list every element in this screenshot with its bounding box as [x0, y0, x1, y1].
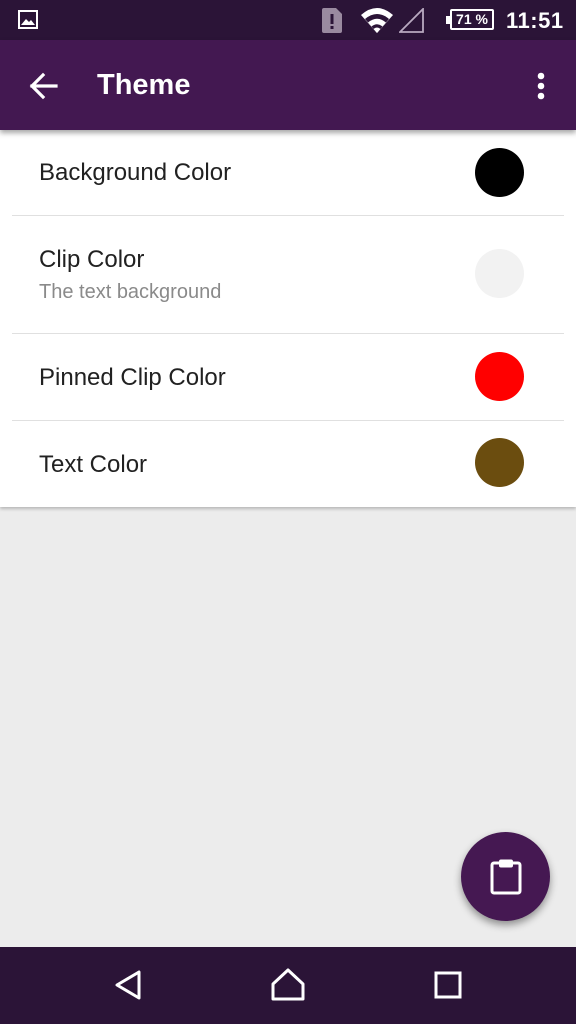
- setting-row-text-color[interactable]: Text Color: [0, 421, 576, 507]
- color-swatch[interactable]: [475, 249, 524, 298]
- clipboard-icon: [490, 859, 522, 895]
- setting-label: Text Color: [39, 451, 148, 478]
- system-nav-bar: [0, 947, 576, 1024]
- color-swatch[interactable]: [475, 352, 524, 401]
- setting-label: Pinned Clip Color: [39, 364, 226, 391]
- nav-back-icon[interactable]: [108, 965, 148, 1005]
- setting-label: Clip Color: [39, 246, 145, 273]
- back-arrow-icon[interactable]: [20, 62, 68, 110]
- status-bar: 71 % 11:51: [0, 0, 576, 40]
- setting-row-background-color[interactable]: Background Color: [0, 130, 576, 216]
- nav-home-icon[interactable]: [268, 965, 308, 1005]
- overflow-menu-icon[interactable]: [520, 62, 562, 110]
- cell-signal-icon: [399, 8, 424, 33]
- page-title: Theme: [97, 69, 191, 101]
- sim-alert-icon: [322, 8, 342, 33]
- color-swatch[interactable]: [475, 438, 524, 487]
- app-bar: Theme: [0, 40, 576, 130]
- nav-recents-icon[interactable]: [428, 965, 468, 1005]
- setting-row-pinned-clip-color[interactable]: Pinned Clip Color: [0, 334, 576, 420]
- status-clock: 11:51: [506, 8, 564, 33]
- setting-summary: The text background: [39, 281, 222, 303]
- setting-row-clip-color[interactable]: Clip Color The text background: [0, 216, 576, 333]
- setting-label: Background Color: [39, 159, 232, 186]
- color-swatch[interactable]: [475, 148, 524, 197]
- theme-settings-list: Background Color Clip Color The text bac…: [0, 130, 576, 507]
- clipboard-fab-button[interactable]: [461, 832, 550, 921]
- wifi-icon: [361, 8, 393, 33]
- battery-level: 71 %: [456, 11, 488, 27]
- battery-icon: 71 %: [446, 9, 494, 30]
- gallery-notification-icon: [18, 10, 38, 29]
